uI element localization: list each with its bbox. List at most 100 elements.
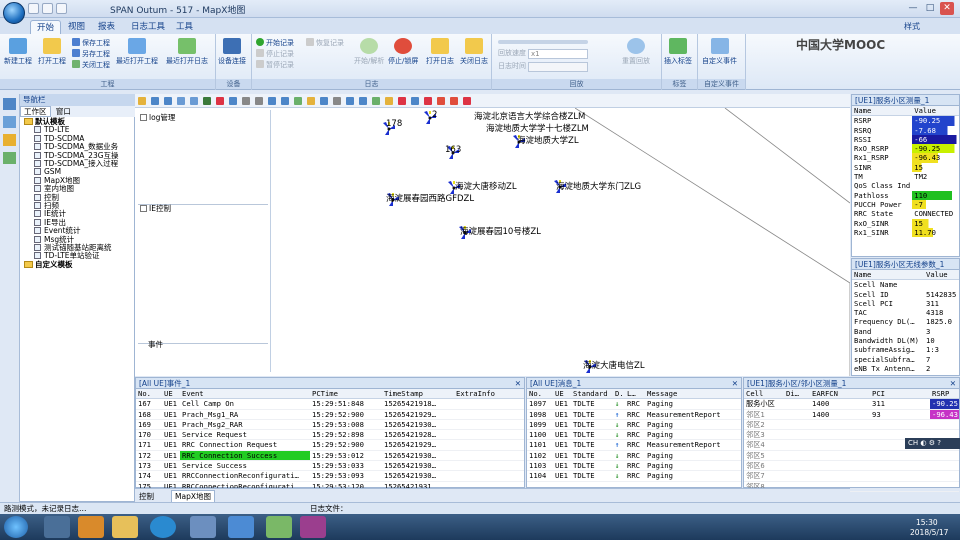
insert-tag-button[interactable]: 插入标签	[664, 38, 692, 66]
table-row[interactable]: RSSI -66	[852, 134, 959, 145]
map-tool-icon[interactable]	[359, 97, 367, 105]
map-tool-icon[interactable]	[333, 97, 341, 105]
tab-log-tools[interactable]: 日志工具	[125, 20, 171, 34]
log-time-field[interactable]	[528, 62, 588, 72]
map-tool-icon[interactable]	[151, 97, 159, 105]
close-icon[interactable]: ✕	[950, 378, 956, 389]
column-header[interactable]: PCTime	[310, 389, 382, 400]
taskbar-tool-icon[interactable]	[190, 516, 216, 538]
table-row[interactable]: 1103 UE1 TDLTE ↓ RRC Paging	[527, 460, 741, 472]
open-project-button[interactable]: 打开工程	[38, 38, 66, 66]
recent-log-button[interactable]: 最近打开日志	[166, 38, 208, 66]
table-row[interactable]: 1104 UE1 TDLTE ↓ RRC Paging	[527, 470, 741, 482]
table-row[interactable]: 邻区6	[744, 460, 959, 472]
table-row[interactable]: 172 UE1 RRC Connection Success 15:29:53:012…	[136, 450, 524, 462]
column-header[interactable]: RSRP	[930, 389, 959, 400]
ie-ctrl-checkbox[interactable]: IE控制	[140, 203, 171, 214]
close-project-button[interactable]: 关闭工程	[72, 60, 110, 71]
table-row[interactable]: specialSubfra… 7	[852, 355, 959, 364]
reset-playback-button[interactable]: 重置回放	[622, 38, 650, 66]
map-tool-icon[interactable]	[138, 97, 146, 105]
template-icon[interactable]	[3, 134, 16, 146]
column-header[interactable]: D.	[613, 389, 625, 400]
column-header[interactable]: Standard	[571, 389, 613, 400]
table-row[interactable]: 1102 UE1 TDLTE ↓ RRC Paging	[527, 450, 741, 462]
taskbar-sogou-icon[interactable]	[150, 516, 176, 538]
tab-window[interactable]: 窗口	[53, 107, 74, 116]
taskbar-ppt-icon[interactable]	[266, 516, 292, 538]
map-tool-icon[interactable]	[372, 97, 380, 105]
table-row[interactable]: 1097 UE1 TDLTE ↓ RRC Paging	[527, 398, 741, 410]
table-row[interactable]: Pathloss 110	[852, 190, 959, 200]
map-tool-icon[interactable]	[463, 97, 471, 105]
column-header[interactable]: Name	[852, 106, 913, 117]
tools-icon[interactable]	[3, 152, 16, 164]
table-row[interactable]: 1098 UE1 TDLTE ↑ RRC MeasurementReport	[527, 409, 741, 420]
table-row[interactable]: RxO_RSRP -90.25	[852, 144, 959, 154]
table-row[interactable]: 邻区1 1400 93 -96.43	[744, 409, 959, 420]
taskbar-outum-icon[interactable]	[228, 516, 254, 538]
start-button[interactable]	[4, 516, 28, 538]
column-header[interactable]: No.	[527, 389, 553, 400]
column-header[interactable]: Name	[852, 270, 924, 281]
map-tool-icon[interactable]	[320, 97, 328, 105]
table-row[interactable]: 1101 UE1 TDLTE ↑ RRC MeasurementReport	[527, 439, 741, 451]
map-tool-icon[interactable]	[346, 97, 354, 105]
minimize-button[interactable]: —	[906, 2, 920, 15]
start-parse-button[interactable]: 开始/解析	[354, 38, 384, 66]
map-tool-icon[interactable]	[229, 97, 237, 105]
close-icon[interactable]: ✕	[732, 378, 738, 389]
quick-undo-icon[interactable]	[56, 3, 67, 14]
column-header[interactable]: EARFCN	[810, 389, 870, 400]
table-row[interactable]: TM TM2	[852, 172, 959, 181]
clock-time[interactable]: 15:30	[916, 518, 938, 527]
table-row[interactable]: 168 UE1 Prach_Msg1_RA 15:29:52:900 152654219…	[136, 409, 524, 420]
table-row[interactable]: 174 UE1 RRCConnectionReconfigurati… 15:29:5…	[136, 470, 524, 482]
workspace-icon[interactable]	[3, 98, 16, 110]
map-tool-icon[interactable]	[216, 97, 224, 105]
column-header[interactable]: Value	[924, 270, 959, 281]
table-row[interactable]: Scell PCI 311	[852, 299, 959, 308]
ime-toolbar[interactable]: CH ◐ ⚙ ?	[905, 438, 960, 449]
table-row[interactable]: RSRP -90.25	[852, 115, 959, 126]
column-header[interactable]: L…	[625, 389, 645, 400]
table-row[interactable]: 169 UE1 Prach_Msg2_RAR 15:29:53:008 15265421…	[136, 419, 524, 431]
new-project-button[interactable]: 新建工程	[4, 38, 32, 66]
taskbar-ie-icon[interactable]	[44, 516, 70, 538]
start-record-button[interactable]: 开始记录	[256, 38, 294, 49]
column-header[interactable]: UE	[553, 389, 571, 400]
playback-slider[interactable]	[498, 40, 588, 44]
table-row[interactable]: TAC 4318	[852, 308, 959, 317]
maximize-button[interactable]: □	[923, 2, 937, 15]
map-tool-icon[interactable]	[307, 97, 315, 105]
map-tool-icon[interactable]	[281, 97, 289, 105]
map-tool-icon[interactable]	[450, 97, 458, 105]
column-header[interactable]: ExtraInfo	[454, 389, 524, 400]
column-header[interactable]: Value	[912, 106, 959, 117]
quick-save-icon[interactable]	[28, 3, 39, 14]
tab-tools[interactable]: 工具	[170, 20, 199, 34]
taskbar-app-icon[interactable]	[78, 516, 104, 538]
table-row[interactable]: Scell ID 5142835	[852, 290, 959, 299]
table-row[interactable]: Frequency DL(… 1825.0	[852, 317, 959, 326]
table-row[interactable]: eNB Tx Antenn… 2	[852, 364, 959, 373]
table-row[interactable]: 邻区7	[744, 470, 959, 482]
quick-open-icon[interactable]	[42, 3, 53, 14]
device-connect-button[interactable]: 设备连接	[218, 38, 246, 66]
column-header[interactable]: PCI	[870, 389, 930, 400]
close-log-button[interactable]: 关闭日志	[460, 38, 488, 66]
map-tool-icon[interactable]	[385, 97, 393, 105]
table-row[interactable]: RxO_SINR 15	[852, 218, 959, 228]
speed-select[interactable]: x1	[528, 49, 588, 59]
recent-project-button[interactable]: 最近打开工程	[116, 38, 158, 66]
tree-item[interactable]: 自定义模板	[24, 260, 73, 269]
custom-event-button[interactable]: 自定义事件	[702, 38, 737, 66]
column-header[interactable]: Di…	[784, 389, 810, 400]
column-header[interactable]: UE	[162, 389, 180, 400]
map-tool-icon[interactable]	[203, 97, 211, 105]
tab-view[interactable]: 视图	[62, 20, 91, 34]
table-row[interactable]: Scell Name	[852, 280, 959, 290]
tab-report[interactable]: 报表	[92, 20, 121, 34]
taskbar-media-icon[interactable]	[300, 516, 326, 538]
map-tool-icon[interactable]	[242, 97, 250, 105]
